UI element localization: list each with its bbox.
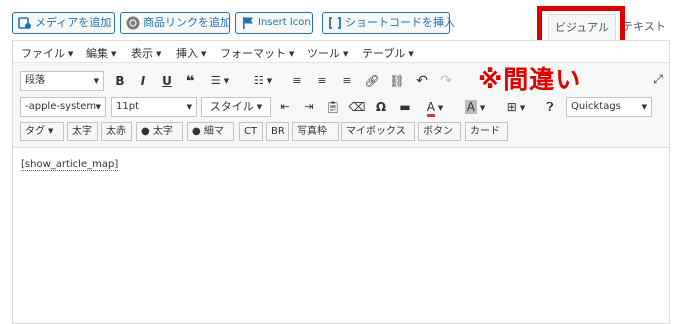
quicktag-my-box-button[interactable]: マイボックス: [341, 122, 415, 141]
undo-icon[interactable]: ↶: [413, 71, 431, 91]
menu-format[interactable]: フォーマット ▼: [220, 45, 294, 61]
tab-text[interactable]: テキスト: [617, 14, 671, 40]
chevron-down-icon: ▼: [93, 77, 99, 85]
add-product-link-button[interactable]: 商品リンクを追加: [120, 12, 231, 34]
quicktag-tag-dropdown[interactable]: タグ ▼: [20, 122, 64, 141]
align-left-icon[interactable]: ≡: [288, 71, 306, 91]
clear-format-icon[interactable]: ⌫: [348, 97, 366, 117]
warning-annotation: ※間違い: [478, 65, 582, 94]
chevron-down-icon: ▼: [156, 50, 162, 58]
product-link-icon: [126, 16, 140, 30]
chevron-down-icon: ▼: [48, 127, 54, 135]
quicktag-bold-button[interactable]: 太字: [67, 122, 98, 141]
quicktags-select[interactable]: Quicktags ▼: [566, 97, 652, 117]
menu-view[interactable]: 表示 ▼: [131, 45, 161, 61]
align-right-icon[interactable]: ≡: [338, 71, 356, 91]
link-icon[interactable]: 🔗︎: [363, 71, 381, 91]
help-icon[interactable]: ❓︎: [541, 97, 559, 117]
insert-icon-button[interactable]: Insert Icon: [235, 12, 313, 34]
chevron-down-icon: ▼: [289, 50, 295, 58]
person-icon: ●: [141, 126, 150, 137]
media-buttons-row: メディアを追加 商品リンクを追加 Insert Icon ショートコードを挿入 …: [0, 0, 680, 45]
quicktag-br-button[interactable]: BR: [266, 122, 289, 141]
quicktag-person-bold-button[interactable]: ● 太字: [136, 122, 183, 141]
italic-icon[interactable]: I: [134, 71, 152, 91]
menu-file[interactable]: ファイル ▼: [21, 45, 73, 61]
indent-icon[interactable]: ⇤: [276, 97, 294, 117]
insert-shortcode-button[interactable]: ショートコードを挿入: [322, 12, 455, 34]
block-format-select[interactable]: 段落 ▼: [20, 71, 104, 91]
font-size-select[interactable]: 11pt ▼: [111, 97, 197, 117]
redo-icon[interactable]: ↷: [437, 71, 455, 91]
media-icon: [18, 17, 31, 29]
font-family-select[interactable]: -apple-system ▼: [20, 97, 106, 117]
chevron-down-icon: ▼: [111, 50, 117, 58]
person-icon: ●: [192, 126, 201, 137]
quicktag-button-button[interactable]: ボタン: [418, 122, 461, 141]
menu-insert[interactable]: 挿入 ▼: [176, 45, 206, 61]
quicktag-photo-frame-button[interactable]: 写真枠: [292, 122, 339, 141]
quicktag-card-button[interactable]: カード: [465, 122, 508, 141]
numbered-list-icon[interactable]: ☷ ▼: [248, 71, 278, 91]
styles-dropdown[interactable]: スタイル ▼: [201, 97, 271, 117]
chevron-down-icon: ▼: [95, 103, 101, 111]
chevron-down-icon: ▼: [343, 50, 349, 58]
quicktag-red-bold-button[interactable]: 太赤: [101, 122, 132, 141]
paste-icon[interactable]: 📋︎: [324, 97, 342, 117]
blockquote-icon[interactable]: ❝: [181, 71, 199, 91]
menu-edit[interactable]: 編集 ▼: [86, 45, 116, 61]
align-center-icon[interactable]: ≡: [313, 71, 331, 91]
table-icon[interactable]: ⊞ ▼: [501, 97, 531, 117]
unlink-icon[interactable]: ⛓︎: [388, 71, 406, 91]
outdent-icon[interactable]: ⇥: [300, 97, 318, 117]
chevron-down-icon: ▼: [641, 103, 647, 111]
editor-content[interactable]: [show_article_map]: [21, 159, 119, 171]
menu-tools[interactable]: ツール ▼: [307, 45, 348, 61]
horizontal-rule-icon[interactable]: ▬: [396, 97, 414, 117]
menu-table[interactable]: テーブル ▼: [362, 45, 414, 61]
shortcode-bracket-icon: [329, 17, 341, 29]
chevron-down-icon: ▼: [68, 50, 74, 58]
chevron-down-icon: ▼: [408, 50, 414, 58]
chevron-down-icon: ▼: [186, 103, 192, 111]
background-color-icon[interactable]: A ▼: [460, 97, 490, 117]
quicktag-person-thin-button[interactable]: ● 細マ: [187, 122, 234, 141]
chevron-down-icon: ▼: [201, 50, 207, 58]
bold-icon[interactable]: B: [111, 71, 129, 91]
flag-icon: [243, 17, 253, 29]
bullet-list-icon[interactable]: ☰ ▼: [205, 71, 235, 91]
chevron-down-icon: ▼: [256, 103, 263, 111]
underline-icon[interactable]: U: [158, 71, 176, 91]
quicktag-ct-button[interactable]: CT: [239, 122, 263, 141]
text-color-icon[interactable]: A ▼: [420, 97, 450, 117]
omega-icon[interactable]: Ω: [372, 97, 390, 117]
add-media-button[interactable]: メディアを追加: [12, 12, 115, 34]
fullscreen-icon[interactable]: ⤢: [650, 69, 666, 89]
